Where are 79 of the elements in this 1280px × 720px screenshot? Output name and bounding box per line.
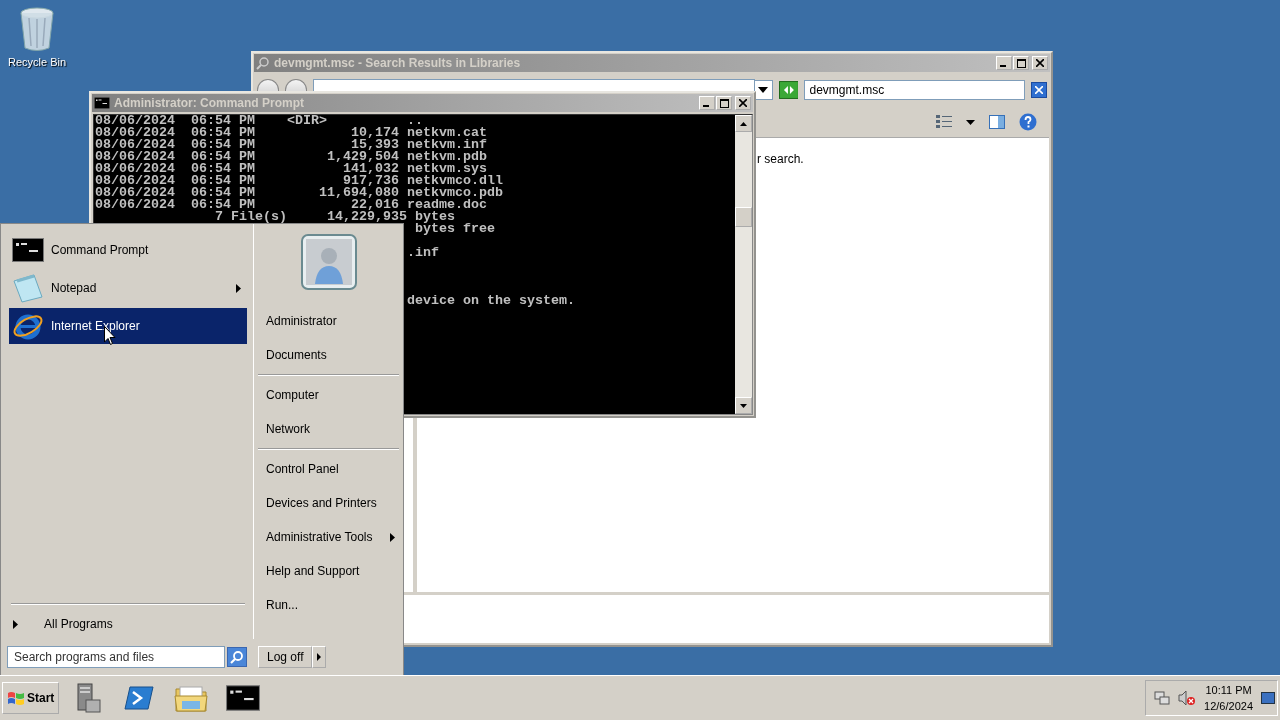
powershell-icon <box>124 685 155 711</box>
program-item[interactable]: Notepad <box>9 270 247 306</box>
back-button[interactable] <box>257 79 279 91</box>
flag-icon <box>7 690 25 706</box>
place-item[interactable]: Devices and Printers <box>258 486 399 520</box>
submenu-arrow-icon <box>13 619 18 629</box>
search-field[interactable]: devmgmt.msc <box>804 80 1026 100</box>
scroll-down-button[interactable] <box>735 397 752 414</box>
place-item[interactable]: Documents <box>258 338 399 372</box>
search-icon <box>256 56 270 70</box>
window-title: devmgmt.msc - Search Results in Libraries <box>274 56 522 70</box>
place-item[interactable]: Computer <box>258 378 399 412</box>
window-title: Administrator: Command Prompt <box>114 96 305 110</box>
console-icon <box>226 685 261 711</box>
search-icon <box>230 650 244 664</box>
notepad-icon <box>12 273 44 303</box>
view-options-icon[interactable] <box>936 114 952 130</box>
search-button[interactable] <box>227 647 247 667</box>
maximize-icon <box>1016 58 1026 68</box>
place-item[interactable]: Help and Support <box>258 554 399 588</box>
place-item[interactable]: Network <box>258 412 399 446</box>
clear-search-button[interactable] <box>1031 82 1047 98</box>
scrollbar[interactable] <box>735 115 752 414</box>
close-button[interactable] <box>1032 56 1048 70</box>
place-item[interactable]: Administrator <box>258 304 399 338</box>
submenu-arrow-icon <box>317 653 322 661</box>
console-line: 08/06/2024 06:54 PM 11,694,080 netkvmco.pdb <box>95 187 503 199</box>
minimize-button[interactable] <box>699 96 715 110</box>
console-line: 08/06/2024 06:54 PM 1,429,504 netkvm.pdb <box>95 151 487 163</box>
place-item[interactable]: Administrative Tools <box>258 520 399 554</box>
console-line: 08/06/2024 06:54 PM 141,032 netkvm.sys <box>95 163 487 175</box>
show-desktop-icon[interactable] <box>1261 692 1275 704</box>
place-item[interactable]: Run... <box>258 588 399 622</box>
no-results-message: r search. <box>757 152 804 166</box>
console-line: 08/06/2024 06:54 PM 15,393 netkvm.inf <box>95 139 487 151</box>
folder-icon <box>174 683 209 713</box>
console-icon <box>12 238 44 262</box>
close-icon <box>1036 59 1044 67</box>
place-item[interactable]: Control Panel <box>258 452 399 486</box>
shutdown-options-button[interactable] <box>312 646 327 668</box>
close-button[interactable] <box>735 96 751 110</box>
console-line: device on the system. <box>406 295 575 307</box>
clock-date[interactable]: 12/6/2024 <box>1204 698 1253 714</box>
console-line: .inf <box>406 247 439 259</box>
recycle-bin-icon[interactable] <box>17 6 57 52</box>
log-off-button[interactable]: Log off <box>258 646 313 668</box>
program-item[interactable]: Command Prompt <box>9 232 247 268</box>
maximize-button[interactable] <box>1013 56 1029 70</box>
help-icon[interactable] <box>1019 113 1037 131</box>
start-button[interactable]: Start <box>2 682 60 714</box>
program-item[interactable]: Internet Explorer <box>9 308 247 344</box>
down-arrow-icon <box>740 403 747 408</box>
refresh-button[interactable] <box>778 81 799 99</box>
desktop-icon-label[interactable]: Recycle Bin <box>7 56 67 68</box>
console-line: 08/06/2024 06:54 PM 917,736 netkvmco.dll <box>95 175 503 187</box>
maximize-icon <box>719 98 729 108</box>
console-line: 7 File(s) 14,229,935 bytes <box>215 211 455 223</box>
network-icon[interactable] <box>1154 690 1171 706</box>
dropdown-arrow-icon <box>758 87 769 93</box>
close-icon <box>739 99 747 107</box>
console-line: 08/06/2024 06:54 PM 10,174 netkvm.cat <box>95 127 487 139</box>
all-programs-item[interactable]: All Programs <box>9 609 247 639</box>
volume-muted-icon[interactable] <box>1178 690 1197 706</box>
scrollbar-thumb[interactable] <box>735 207 752 227</box>
maximize-button[interactable] <box>716 96 732 110</box>
console-line: 08/06/2024 06:54 PM <DIR> .. <box>95 115 423 127</box>
scroll-up-button[interactable] <box>735 115 752 132</box>
minimize-button[interactable] <box>996 56 1012 70</box>
console-icon <box>94 97 110 109</box>
dropdown-arrow-icon[interactable] <box>966 119 975 125</box>
close-icon <box>1035 86 1044 94</box>
console-line: bytes free <box>414 223 495 235</box>
search-field[interactable]: Search programs and files <box>7 646 225 668</box>
clock-time[interactable]: 10:11 PM <box>1205 682 1252 698</box>
up-arrow-icon <box>740 121 747 126</box>
console-line: 08/06/2024 06:54 PM 22,016 readme.doc <box>95 199 487 211</box>
preview-pane-icon[interactable] <box>989 115 1005 129</box>
forward-button[interactable] <box>285 79 307 91</box>
user-avatar[interactable] <box>300 234 357 290</box>
